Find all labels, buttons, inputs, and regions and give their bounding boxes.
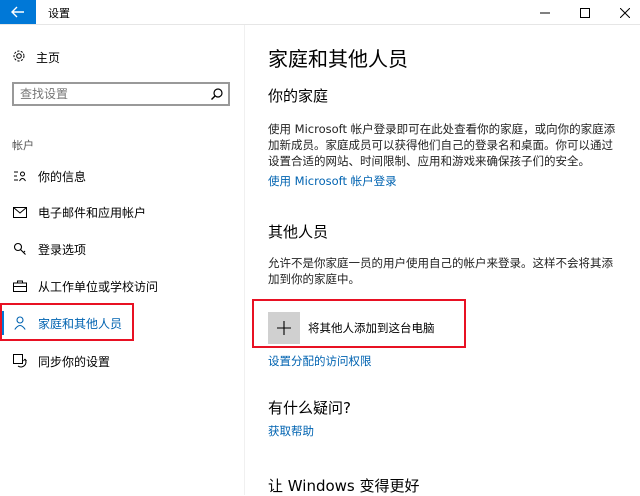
family-description: 使用 Microsoft 帐户登录即可在此处查看你的家庭，或向你的家庭添加新成员… <box>268 122 616 168</box>
window-title: 设置 <box>48 7 70 20</box>
title-bar: 设置 <box>0 0 640 25</box>
sidebar-item-label: 从工作单位或学校访问 <box>38 279 159 294</box>
maximize-icon <box>580 3 590 22</box>
close-button[interactable] <box>604 0 640 24</box>
arrow-left-icon <box>11 3 25 22</box>
maximize-button[interactable] <box>564 0 606 24</box>
help-heading: 有什么疑问? <box>268 399 351 417</box>
sidebar-item-label: 电子邮件和应用帐户 <box>38 205 147 220</box>
minimize-icon <box>540 3 550 22</box>
sidebar-item-your-info[interactable]: 你的信息 <box>0 158 240 194</box>
family-heading: 你的家庭 <box>268 87 329 105</box>
search-icon[interactable] <box>210 86 224 105</box>
search-input[interactable] <box>14 84 212 104</box>
assigned-access-link[interactable]: 设置分配的访问权限 <box>268 353 372 369</box>
search-box[interactable] <box>12 82 230 106</box>
sync-icon <box>12 353 28 369</box>
person-card-icon <box>12 168 28 184</box>
close-icon <box>619 3 631 22</box>
key-icon <box>12 241 28 257</box>
gear-icon <box>12 49 26 66</box>
improve-windows-heading: 让 Windows 变得更好 <box>268 477 420 495</box>
minimize-button[interactable] <box>524 0 566 24</box>
page-title: 家庭和其他人员 <box>268 47 408 71</box>
sidebar-item-label: 同步你的设置 <box>38 354 111 369</box>
sign-in-microsoft-link[interactable]: 使用 Microsoft 帐户登录 <box>268 173 397 189</box>
get-help-link[interactable]: 获取帮助 <box>268 423 314 439</box>
main-content: 家庭和其他人员 你的家庭 使用 Microsoft 帐户登录即可在此处查看你的家… <box>244 25 640 495</box>
sidebar-item-label: 登录选项 <box>38 242 87 257</box>
sidebar-item-email[interactable]: 电子邮件和应用帐户 <box>0 194 240 230</box>
back-button[interactable] <box>0 0 36 24</box>
other-people-heading: 其他人员 <box>268 223 329 241</box>
section-label-accounts: 帐户 <box>12 139 34 152</box>
other-people-description: 允许不是你家庭一员的用户使用自己的帐户来登录。这样不会将其添加到你的家庭中。 <box>268 256 613 286</box>
home-label: 主页 <box>36 50 61 65</box>
sidebar-item-work-school[interactable]: 从工作单位或学校访问 <box>0 268 240 304</box>
annotation-highlight-sidebar <box>0 303 134 341</box>
add-other-person-label: 将其他人添加到这台电脑 <box>308 321 435 335</box>
sidebar: 主页 帐户 你的信息 电子邮件和应用帐户 登录选项 从工作单位或学校访问 <box>0 25 245 495</box>
home-link[interactable]: 主页 <box>12 47 60 67</box>
envelope-icon <box>12 204 28 220</box>
sidebar-item-sign-in-options[interactable]: 登录选项 <box>0 231 240 267</box>
plus-icon <box>268 312 300 344</box>
sidebar-item-sync-settings[interactable]: 同步你的设置 <box>0 343 240 379</box>
briefcase-icon <box>12 278 28 294</box>
sidebar-item-label: 你的信息 <box>38 169 87 184</box>
add-other-person-button[interactable]: 将其他人添加到这台电脑 <box>268 312 435 344</box>
